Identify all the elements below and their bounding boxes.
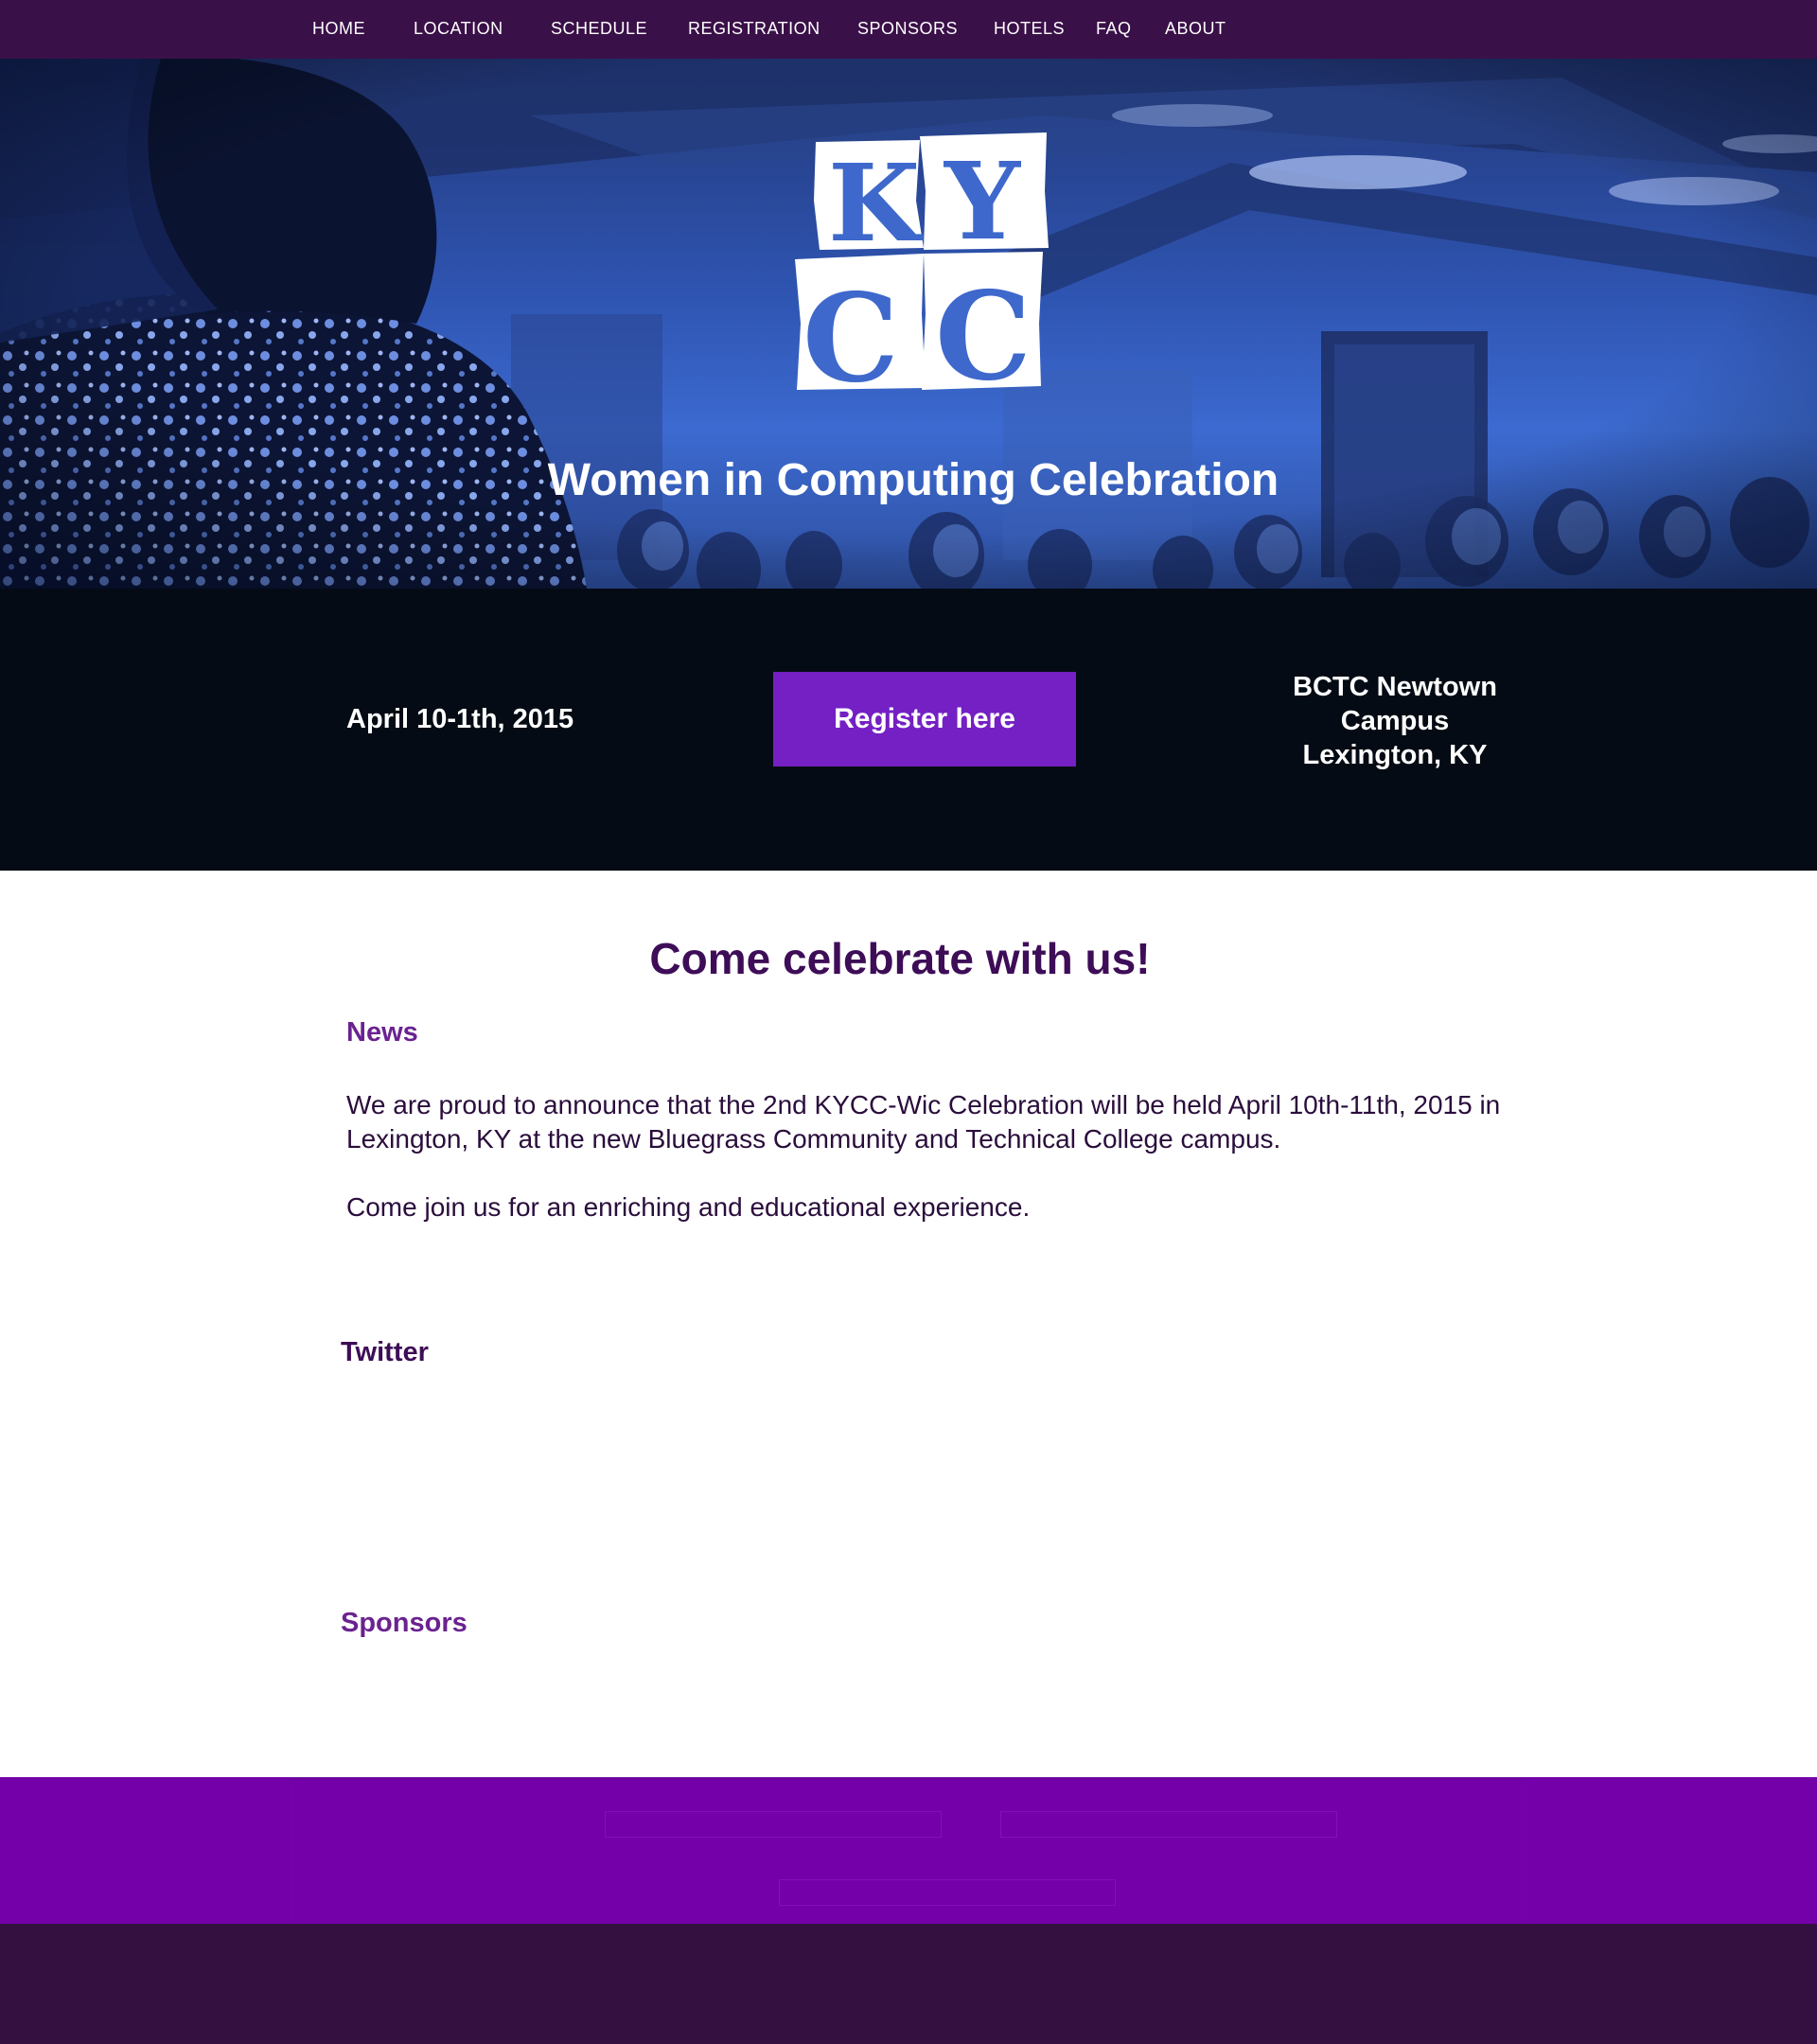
hero-background-image: K Y C C xyxy=(0,59,1817,589)
news-heading: News xyxy=(346,1017,418,1048)
nav-item-registration[interactable]: REGISTRATION xyxy=(688,19,820,39)
footer-widget-slot xyxy=(1000,1811,1337,1838)
top-nav: HOME LOCATION SCHEDULE REGISTRATION SPON… xyxy=(0,0,1817,59)
news-body: We are proud to announce that the 2nd KY… xyxy=(346,1088,1520,1225)
venue-line: Lexington, KY xyxy=(1302,740,1488,770)
nav-item-schedule[interactable]: SCHEDULE xyxy=(551,19,647,39)
register-button[interactable]: Register here xyxy=(773,672,1076,766)
main-heading: Come celebrate with us! xyxy=(649,934,1151,983)
nav-item-hotels[interactable]: HOTELS xyxy=(994,19,1065,39)
venue-line: BCTC Newtown xyxy=(1293,672,1497,702)
event-date: April 10-1th, 2015 xyxy=(346,704,574,734)
news-paragraph: Come join us for an enriching and educat… xyxy=(346,1192,1031,1222)
nav-item-sponsors[interactable]: SPONSORS xyxy=(857,19,958,39)
hero-banner: K Y C C Women in Computing Celebration xyxy=(0,59,1817,589)
logo-letter-c2: C xyxy=(935,266,1032,408)
sponsors-heading: Sponsors xyxy=(341,1608,467,1638)
logo-letter-k: K xyxy=(828,142,924,266)
footer-widget-slot xyxy=(605,1811,942,1838)
venue-line: Campus xyxy=(1340,706,1450,736)
nav-item-location[interactable]: LOCATION xyxy=(414,19,503,39)
page-bottom-band xyxy=(0,1924,1817,2044)
footer-frame xyxy=(291,1777,1522,1924)
nav-item-about[interactable]: ABOUT xyxy=(1165,19,1226,39)
event-venue: BCTC Newtown Campus Lexington, KY xyxy=(1225,670,1565,772)
logo-letter-y: Y xyxy=(944,140,1021,264)
nav-item-faq[interactable]: FAQ xyxy=(1096,19,1132,39)
footer xyxy=(0,1777,1817,1924)
main-content: Come celebrate with us! News We are prou… xyxy=(0,871,1817,1777)
logo-letter-c1: C xyxy=(803,268,899,410)
footer-widget-slot xyxy=(779,1879,1116,1906)
hero-title: Women in Computing Celebration xyxy=(547,455,1279,505)
page: HOME LOCATION SCHEDULE REGISTRATION SPON… xyxy=(0,0,1817,2044)
nav-item-home[interactable]: HOME xyxy=(312,19,365,39)
twitter-heading: Twitter xyxy=(341,1337,429,1367)
news-paragraph: We are proud to announce that the 2nd KY… xyxy=(346,1090,1501,1154)
event-info-band: April 10-1th, 2015 Register here BCTC Ne… xyxy=(0,589,1817,871)
